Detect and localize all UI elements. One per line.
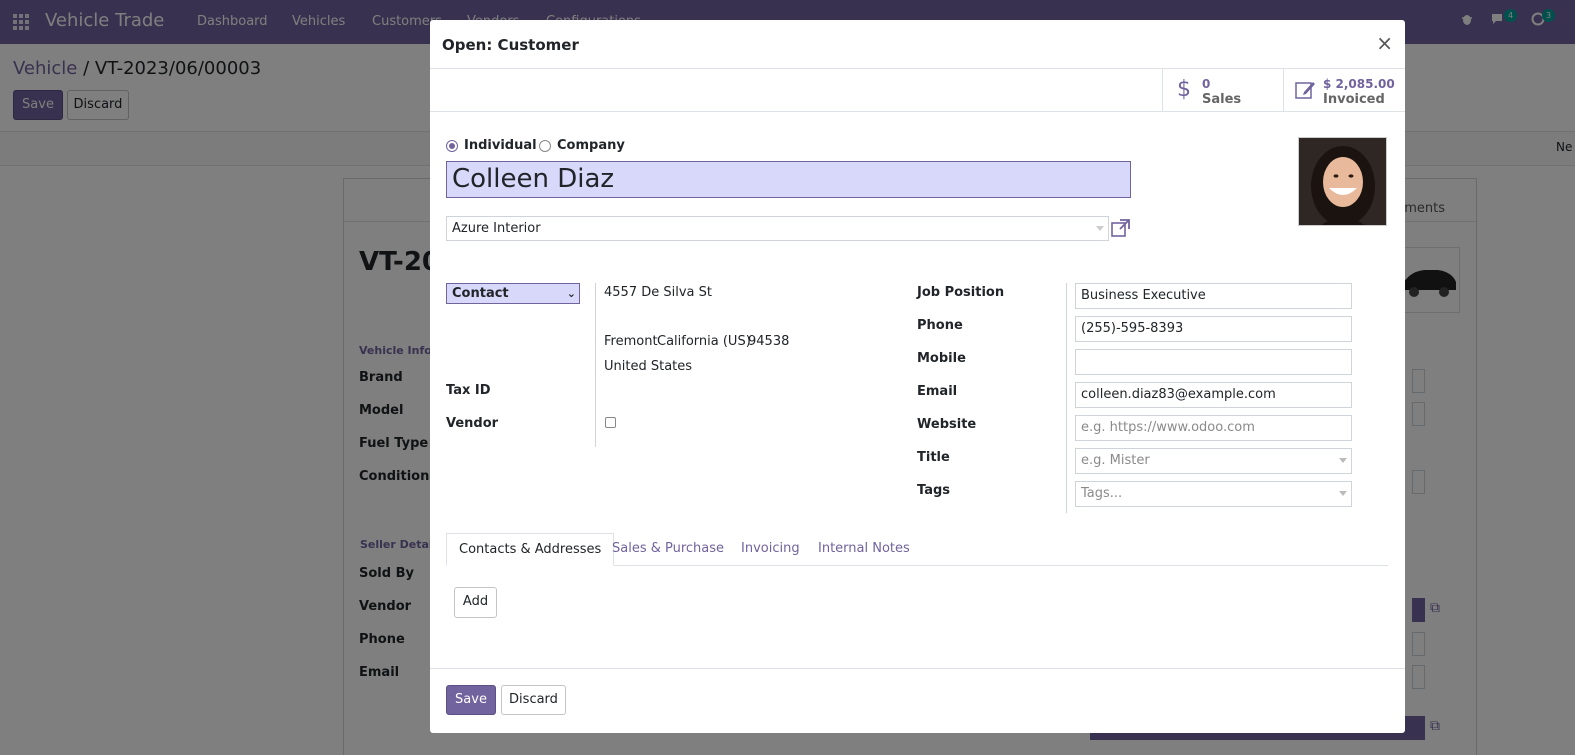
address-type-select[interactable]: Contact ⌄ [446,283,580,304]
tags-placeholder: Tags... [1081,486,1123,501]
dialog-title: Open: Customer [442,36,579,54]
footer-divider [430,668,1405,669]
chevron-down-icon [1339,491,1347,496]
chevron-down-icon: ⌄ [566,287,576,300]
divider [1066,283,1067,513]
chevron-down-icon [1096,226,1104,231]
tab-sales-purchase[interactable]: Sales & Purchase [612,533,724,566]
stat-buttons-bar: $ 0 Sales $ 2,085.00 Invoiced [430,69,1405,112]
vendor-checkbox[interactable] [605,417,616,428]
notebook-tabs: Contacts & Addresses Sales & Purchase In… [446,533,1388,566]
chevron-down-icon [1339,458,1347,463]
edit-icon [1295,80,1317,104]
customer-name-input[interactable]: Colleen Diaz [446,161,1131,198]
tags-label: Tags [917,483,951,498]
tab-invoicing[interactable]: Invoicing [741,533,800,566]
email-input[interactable]: colleen.diaz83@example.com [1075,382,1352,408]
parent-company-select[interactable]: Azure Interior [446,216,1109,241]
address-city[interactable]: Fremont [604,334,658,349]
invoiced-amount: $ 2,085.00 [1323,77,1395,91]
job-position-input[interactable]: Business Executive [1075,283,1352,309]
address-zip[interactable]: 94538 [748,334,789,349]
sales-label: Sales [1202,92,1242,107]
customer-dialog: Open: Customer × $ 0 Sales $ 2,085.00 In… [430,20,1405,733]
sales-count: 0 [1202,77,1211,91]
dialog-discard-button[interactable]: Discard [501,685,566,715]
divider [595,283,596,447]
address-state[interactable]: California (US) [657,334,751,349]
close-icon[interactable]: × [1376,31,1393,55]
parent-company-value: Azure Interior [452,221,541,236]
address-type-value: Contact [452,286,509,301]
tab-contacts-addresses[interactable]: Contacts & Addresses [446,533,615,566]
sales-stat-button[interactable]: $ 0 Sales [1162,69,1283,112]
external-link-icon[interactable] [1111,219,1131,241]
tax-id-label: Tax ID [446,383,491,398]
dollar-icon: $ [1177,77,1191,102]
address-country[interactable]: United States [604,359,692,374]
invoiced-stat-button[interactable]: $ 2,085.00 Invoiced [1283,69,1405,112]
company-radio[interactable] [539,140,551,152]
website-label: Website [917,417,977,432]
mobile-label: Mobile [917,351,966,366]
company-label[interactable]: Company [557,138,625,153]
tags-input[interactable]: Tags... [1075,481,1352,507]
address-street[interactable]: 4557 De Silva St [604,285,712,300]
title-label: Title [917,450,950,465]
add-contact-button[interactable]: Add [454,587,497,618]
phone-label: Phone [917,318,963,333]
tab-internal-notes[interactable]: Internal Notes [818,533,910,566]
individual-radio[interactable] [446,140,458,152]
job-position-label: Job Position [917,285,1005,300]
title-placeholder: e.g. Mister [1081,453,1150,468]
mobile-input[interactable] [1075,349,1352,375]
website-input[interactable]: e.g. https://www.odoo.com [1075,415,1352,441]
individual-label[interactable]: Individual [464,138,537,153]
vendor-label: Vendor [446,416,499,431]
dialog-header: Open: Customer × [430,20,1405,69]
avatar[interactable] [1298,137,1387,226]
invoiced-label: Invoiced [1323,92,1385,107]
title-select[interactable]: e.g. Mister [1075,448,1352,474]
dialog-save-button[interactable]: Save [446,685,496,715]
phone-input[interactable]: (255)-595-8393 [1075,316,1352,342]
email-label: Email [917,384,958,399]
